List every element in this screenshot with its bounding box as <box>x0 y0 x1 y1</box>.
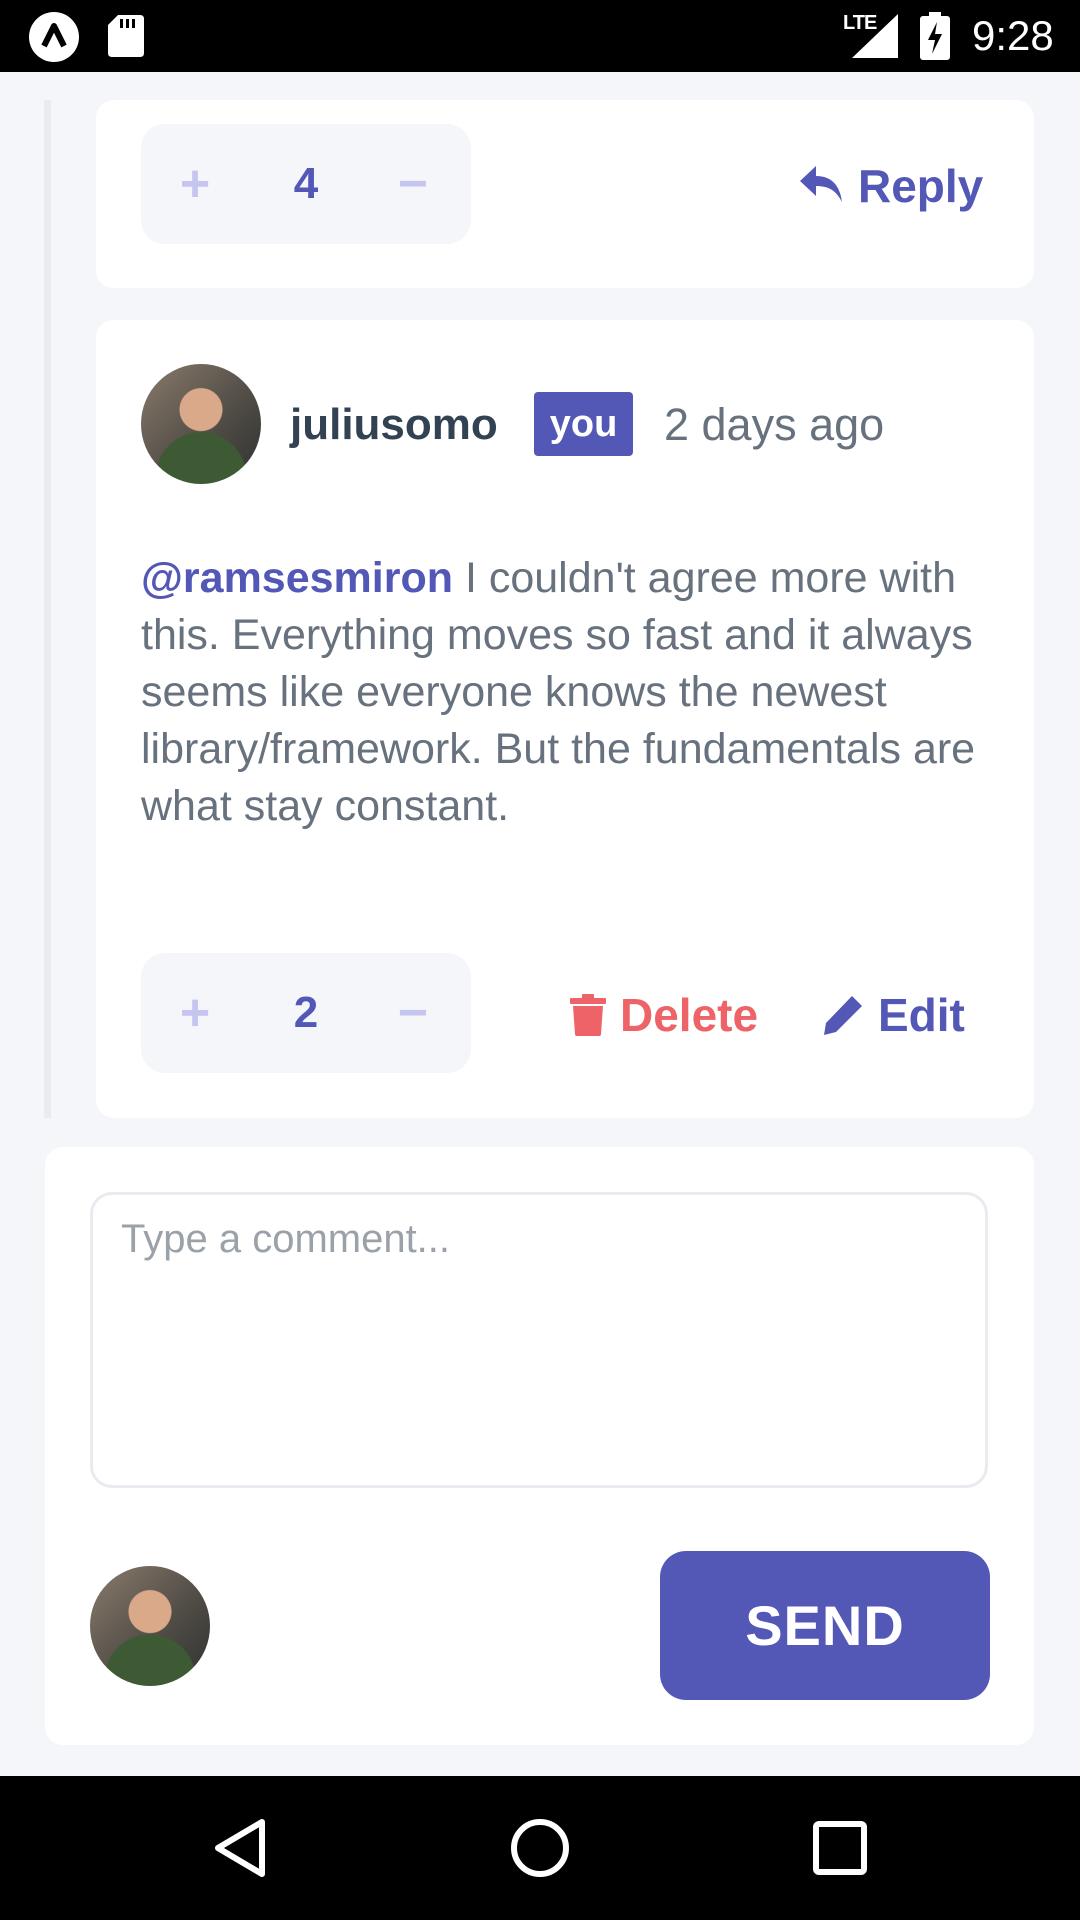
delete-label: Delete <box>620 989 759 1041</box>
avatar <box>141 364 261 484</box>
send-button[interactable]: SEND <box>660 1551 990 1700</box>
comment-body: @ramsesmiron I couldn't agree more with … <box>141 550 991 835</box>
home-icon[interactable] <box>510 1816 570 1880</box>
edit-button[interactable]: Edit <box>822 980 965 1050</box>
plus-icon[interactable]: + <box>155 953 235 1073</box>
minus-icon[interactable]: − <box>373 124 453 244</box>
status-bar: LTE 9:28 <box>0 0 1080 72</box>
parent-score-control: + 4 − <box>141 124 471 244</box>
recents-icon[interactable] <box>812 1820 868 1876</box>
timestamp: 2 days ago <box>664 399 885 450</box>
reply-thread-line <box>44 100 51 1118</box>
battery-charging-icon <box>920 12 950 60</box>
sd-card-icon <box>108 15 144 57</box>
trash-icon <box>570 994 606 1036</box>
minus-icon[interactable]: − <box>373 953 453 1073</box>
pencil-icon <box>824 996 862 1035</box>
username: juliusomo <box>290 400 498 449</box>
score-value: 2 <box>293 988 319 1037</box>
reply-arrow-icon <box>800 166 842 202</box>
reply-label: Reply <box>858 160 984 212</box>
mention-link[interactable]: @ramsesmiron <box>141 554 453 602</box>
delete-button[interactable]: Delete <box>570 980 758 1050</box>
signal-icon <box>852 14 898 58</box>
back-icon[interactable] <box>212 1816 268 1880</box>
clock: 9:28 <box>972 12 1054 59</box>
avatar <box>90 1566 210 1686</box>
navigation-bar <box>0 1776 1080 1920</box>
score-value: 4 <box>293 159 319 208</box>
edit-label: Edit <box>878 989 965 1041</box>
you-badge: you <box>534 392 633 456</box>
plus-icon[interactable]: + <box>155 124 235 244</box>
app-icon <box>29 12 79 62</box>
comment-input[interactable] <box>90 1192 988 1488</box>
reply-score-control: + 2 − <box>141 953 471 1073</box>
reply-button[interactable]: Reply <box>800 151 983 221</box>
